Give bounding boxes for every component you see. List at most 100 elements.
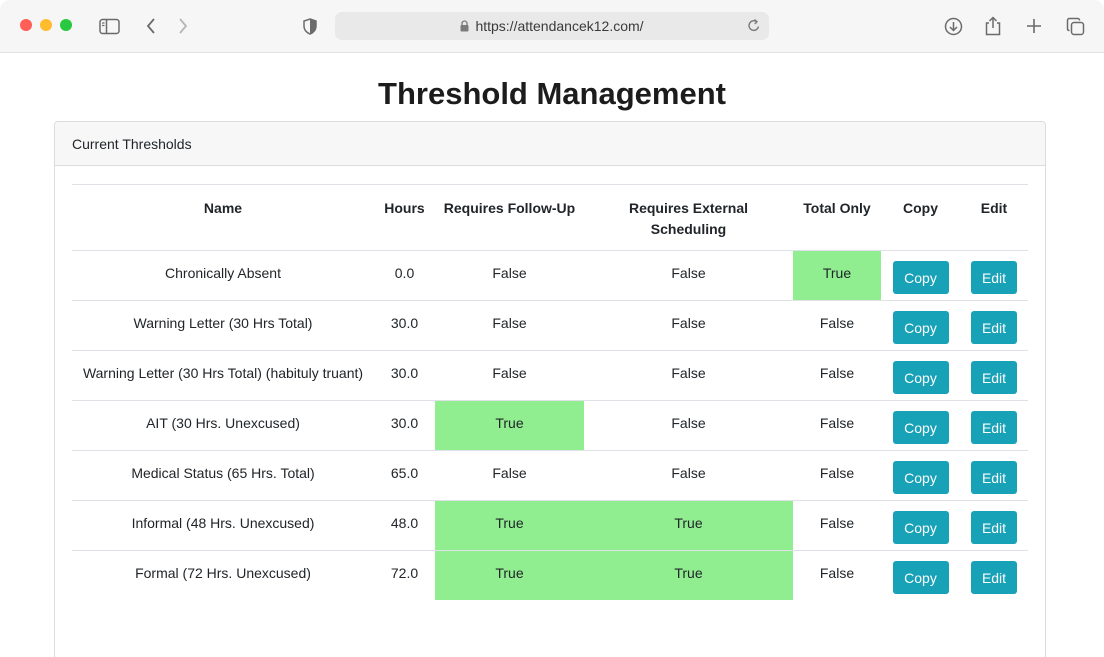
cell-name: Informal (48 Hrs. Unexcused) xyxy=(72,500,374,551)
edit-button[interactable]: Edit xyxy=(971,261,1017,294)
cell-copy: Copy xyxy=(881,300,960,351)
cell-name: Warning Letter (30 Hrs Total) xyxy=(72,300,374,351)
lock-icon xyxy=(460,20,469,32)
cell-copy: Copy xyxy=(881,550,960,600)
cell-requires-external-scheduling: False xyxy=(584,300,793,351)
close-window-button[interactable] xyxy=(20,19,32,31)
cell-name: Warning Letter (30 Hrs Total) (habituly … xyxy=(72,350,374,401)
table-row: Warning Letter (30 Hrs Total) 30.0 False Fa… xyxy=(72,300,1028,351)
cell-hours: 30.0 xyxy=(374,300,435,351)
column-header-hours[interactable]: Hours xyxy=(374,184,435,251)
new-tab-icon[interactable] xyxy=(1022,14,1046,38)
forward-icon[interactable] xyxy=(171,14,195,38)
cell-hours: 0.0 xyxy=(374,250,435,301)
copy-button[interactable]: Copy xyxy=(892,311,949,344)
cell-total-only: False xyxy=(793,300,881,351)
cell-name: Medical Status (65 Hrs. Total) xyxy=(72,450,374,501)
edit-button[interactable]: Edit xyxy=(971,511,1017,544)
column-header-requires-external-scheduling[interactable]: Requires External Scheduling xyxy=(584,184,793,251)
cell-name: Formal (72 Hrs. Unexcused) xyxy=(72,550,374,600)
cell-hours: 30.0 xyxy=(374,350,435,401)
edit-button[interactable]: Edit xyxy=(971,461,1017,494)
cell-hours: 48.0 xyxy=(374,500,435,551)
cell-requires-external-scheduling: False xyxy=(584,450,793,501)
cell-edit: Edit xyxy=(960,300,1028,351)
cell-total-only: False xyxy=(793,550,881,600)
zoom-window-button[interactable] xyxy=(60,19,72,31)
cell-edit: Edit xyxy=(960,250,1028,301)
cell-requires-follow-up: False xyxy=(435,250,584,301)
table-row: Chronically Absent 0.0 False False True Copy E… xyxy=(72,250,1028,301)
reload-icon[interactable] xyxy=(747,18,761,33)
browser-window: https://attendancek12.com/ Threshold Man… xyxy=(0,0,1104,657)
cell-name: AIT (30 Hrs. Unexcused) xyxy=(72,400,374,451)
cell-total-only: False xyxy=(793,450,881,501)
cell-requires-follow-up: False xyxy=(435,300,584,351)
column-header-name[interactable]: Name xyxy=(72,184,374,251)
table-row: Warning Letter (30 Hrs Total) (habituly … xyxy=(72,350,1028,401)
edit-button[interactable]: Edit xyxy=(971,561,1017,594)
cell-requires-external-scheduling: True xyxy=(584,550,793,600)
cell-requires-follow-up: True xyxy=(435,500,584,551)
cell-requires-follow-up: False xyxy=(435,350,584,401)
url-text: https://attendancek12.com/ xyxy=(475,18,644,34)
cell-requires-follow-up: True xyxy=(435,550,584,600)
cell-requires-external-scheduling: False xyxy=(584,400,793,451)
cell-edit: Edit xyxy=(960,450,1028,501)
table-row: Informal (48 Hrs. Unexcused) 48.0 True True… xyxy=(72,500,1028,551)
cell-requires-external-scheduling: True xyxy=(584,500,793,551)
cell-edit: Edit xyxy=(960,500,1028,551)
column-header-copy: Copy xyxy=(881,184,960,251)
cell-hours: 30.0 xyxy=(374,400,435,451)
cell-total-only: False xyxy=(793,500,881,551)
cell-hours: 72.0 xyxy=(374,550,435,600)
table-header-row: Name Hours Requires Follow-Up Requires E… xyxy=(72,184,1028,251)
cell-edit: Edit xyxy=(960,350,1028,401)
tab-overview-icon[interactable] xyxy=(1063,14,1087,38)
thresholds-card: Current Thresholds Name Hours Requires F… xyxy=(54,121,1046,657)
column-header-edit: Edit xyxy=(960,184,1028,251)
share-icon[interactable] xyxy=(981,14,1005,38)
privacy-shield-icon[interactable] xyxy=(298,14,322,38)
edit-button[interactable]: Edit xyxy=(971,311,1017,344)
cell-name: Chronically Absent xyxy=(72,250,374,301)
browser-toolbar: https://attendancek12.com/ xyxy=(0,0,1104,53)
copy-button[interactable]: Copy xyxy=(892,261,949,294)
cell-requires-external-scheduling: False xyxy=(584,250,793,301)
cell-requires-external-scheduling: False xyxy=(584,350,793,401)
cell-copy: Copy xyxy=(881,450,960,501)
copy-button[interactable]: Copy xyxy=(892,361,949,394)
cell-copy: Copy xyxy=(881,250,960,301)
cell-copy: Copy xyxy=(881,350,960,401)
card-header: Current Thresholds xyxy=(55,122,1045,166)
cell-requires-follow-up: True xyxy=(435,400,584,451)
page-title: Threshold Management xyxy=(378,76,726,111)
sidebar-icon[interactable] xyxy=(97,14,121,38)
table-row: Formal (72 Hrs. Unexcused) 72.0 True True Fa… xyxy=(72,550,1028,600)
copy-button[interactable]: Copy xyxy=(892,511,949,544)
cell-copy: Copy xyxy=(881,500,960,551)
table-row: Medical Status (65 Hrs. Total) 65.0 False F… xyxy=(72,450,1028,501)
column-header-requires-follow-up[interactable]: Requires Follow-Up xyxy=(435,184,584,251)
cell-total-only: True xyxy=(793,250,881,301)
window-controls xyxy=(20,19,72,31)
download-icon[interactable] xyxy=(941,14,965,38)
column-header-total-only[interactable]: Total Only xyxy=(793,184,881,251)
cell-hours: 65.0 xyxy=(374,450,435,501)
copy-button[interactable]: Copy xyxy=(892,461,949,494)
cell-total-only: False xyxy=(793,400,881,451)
copy-button[interactable]: Copy xyxy=(892,561,949,594)
cell-total-only: False xyxy=(793,350,881,401)
cell-edit: Edit xyxy=(960,550,1028,600)
address-bar[interactable]: https://attendancek12.com/ xyxy=(335,12,769,40)
copy-button[interactable]: Copy xyxy=(892,411,949,444)
edit-button[interactable]: Edit xyxy=(971,411,1017,444)
back-icon[interactable] xyxy=(139,14,163,38)
cell-copy: Copy xyxy=(881,400,960,451)
cell-requires-follow-up: False xyxy=(435,450,584,501)
thresholds-table: Name Hours Requires Follow-Up Requires E… xyxy=(72,184,1028,600)
edit-button[interactable]: Edit xyxy=(971,361,1017,394)
table-row: AIT (30 Hrs. Unexcused) 30.0 True False Fals… xyxy=(72,400,1028,451)
cell-edit: Edit xyxy=(960,400,1028,451)
minimize-window-button[interactable] xyxy=(40,19,52,31)
